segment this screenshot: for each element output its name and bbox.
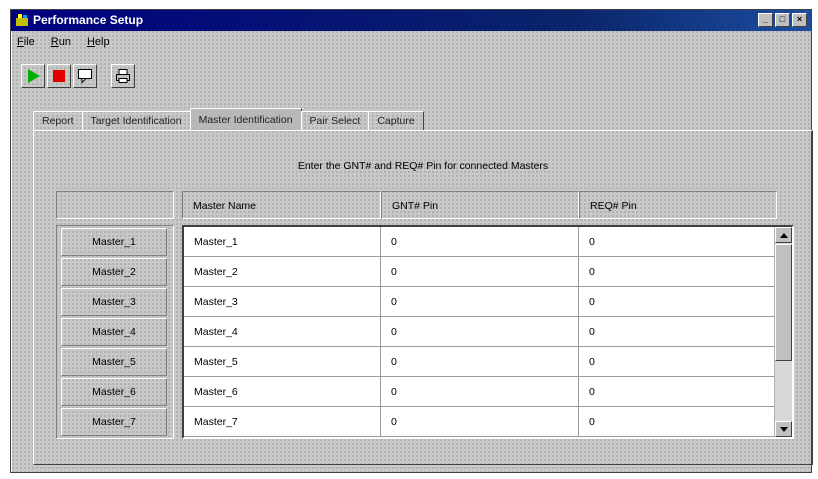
menu-file-accel: F — [17, 36, 24, 48]
row-header: Master_3 — [61, 288, 167, 316]
window-controls: _ □ × — [758, 13, 807, 27]
table-row: Master_7 0 0 — [184, 407, 792, 437]
column-header-req-pin: REQ# Pin — [579, 191, 777, 219]
req-pin-cell[interactable]: 0 — [579, 257, 775, 286]
menu-help-label: elp — [94, 36, 110, 48]
scroll-up-button[interactable] — [775, 227, 792, 243]
maximize-button[interactable]: □ — [775, 13, 790, 27]
master-name-cell[interactable]: Master_4 — [184, 317, 381, 346]
title-bar[interactable]: Performance Setup _ □ × — [11, 10, 811, 31]
row-header: Master_5 — [61, 348, 167, 376]
row-header: Master_7 — [61, 408, 167, 436]
column-headers: Master Name GNT# Pin REQ# Pin — [182, 191, 777, 219]
arrow-down-icon — [779, 426, 788, 432]
master-name-cell[interactable]: Master_3 — [184, 287, 381, 316]
table-row: Master_5 0 0 — [184, 347, 792, 377]
gnt-pin-cell[interactable]: 0 — [381, 377, 579, 406]
master-name-cell[interactable]: Master_7 — [184, 407, 381, 436]
req-pin-cell[interactable]: 0 — [579, 227, 775, 256]
req-pin-cell[interactable]: 0 — [579, 287, 775, 316]
master-grid: Master_1 0 0 Master_2 0 0 Master_3 0 0 M… — [182, 225, 794, 439]
minimize-button[interactable]: _ — [758, 13, 773, 27]
stop-button[interactable] — [47, 64, 71, 88]
printer-icon — [116, 69, 130, 83]
table-row: Master_6 0 0 — [184, 377, 792, 407]
req-pin-cell[interactable]: 0 — [579, 347, 775, 376]
tab-pair-select[interactable]: Pair Select — [300, 111, 370, 131]
window-title: Performance Setup — [33, 13, 144, 27]
menu-run-accel: R — [50, 36, 59, 48]
menu-file[interactable]: File — [15, 34, 37, 52]
req-pin-cell[interactable]: 0 — [579, 407, 775, 436]
table-row: Master_2 0 0 — [184, 257, 792, 287]
table-row: Master_3 0 0 — [184, 287, 792, 317]
menu-run[interactable]: Run — [49, 34, 73, 52]
row-header: Master_4 — [61, 318, 167, 346]
menu-bar: File Run Help — [15, 34, 112, 52]
scroll-down-button[interactable] — [775, 421, 792, 437]
menu-help-accel: H — [86, 36, 95, 48]
config-button[interactable] — [73, 64, 97, 88]
scroll-thumb[interactable] — [775, 244, 792, 361]
master-identification-panel: Enter the GNT# and REQ# Pin for connecte… — [33, 130, 813, 465]
row-header: Master_6 — [61, 378, 167, 406]
gnt-pin-cell[interactable]: 0 — [381, 257, 579, 286]
tab-report[interactable]: Report — [33, 111, 83, 131]
menu-help[interactable]: Help — [85, 34, 112, 52]
row-header: Master_2 — [61, 258, 167, 286]
instruction-text: Enter the GNT# and REQ# Pin for connecte… — [297, 160, 549, 172]
row-headers: Master_1 Master_2 Master_3 Master_4 Mast… — [56, 225, 174, 439]
play-icon — [28, 69, 40, 83]
gnt-pin-cell[interactable]: 0 — [381, 317, 579, 346]
table-row: Master_1 0 0 — [184, 227, 792, 257]
vertical-scrollbar[interactable] — [774, 227, 792, 437]
req-pin-cell[interactable]: 0 — [579, 377, 775, 406]
table-row: Master_4 0 0 — [184, 317, 792, 347]
grid-corner-cell — [56, 191, 174, 219]
toolbar — [21, 62, 135, 90]
gnt-pin-cell[interactable]: 0 — [381, 287, 579, 316]
close-button[interactable]: × — [792, 13, 807, 27]
stop-icon — [53, 70, 65, 82]
performance-setup-window: Performance Setup _ □ × File Run Help Re… — [10, 9, 813, 473]
gnt-pin-cell[interactable]: 0 — [381, 407, 579, 436]
arrow-up-icon — [779, 232, 788, 238]
master-name-cell[interactable]: Master_2 — [184, 257, 381, 286]
gnt-pin-cell[interactable]: 0 — [381, 347, 579, 376]
gnt-pin-cell[interactable]: 0 — [381, 227, 579, 256]
master-name-cell[interactable]: Master_5 — [184, 347, 381, 376]
menu-run-label: un — [58, 36, 71, 48]
row-header: Master_1 — [61, 228, 167, 256]
column-header-gnt-pin: GNT# Pin — [381, 191, 579, 219]
run-button[interactable] — [21, 64, 45, 88]
req-pin-cell[interactable]: 0 — [579, 317, 775, 346]
app-icon — [16, 14, 28, 26]
master-name-cell[interactable]: Master_1 — [184, 227, 381, 256]
tab-target-identification[interactable]: Target Identification — [81, 111, 191, 131]
master-name-cell[interactable]: Master_6 — [184, 377, 381, 406]
chat-icon — [78, 69, 92, 84]
tab-strip: Report Target Identification Master Iden… — [33, 108, 424, 131]
column-header-master-name: Master Name — [182, 191, 381, 219]
print-button[interactable] — [111, 64, 135, 88]
tab-capture[interactable]: Capture — [368, 111, 424, 131]
menu-file-label: ile — [23, 36, 35, 48]
tab-master-identification[interactable]: Master Identification — [189, 108, 302, 131]
